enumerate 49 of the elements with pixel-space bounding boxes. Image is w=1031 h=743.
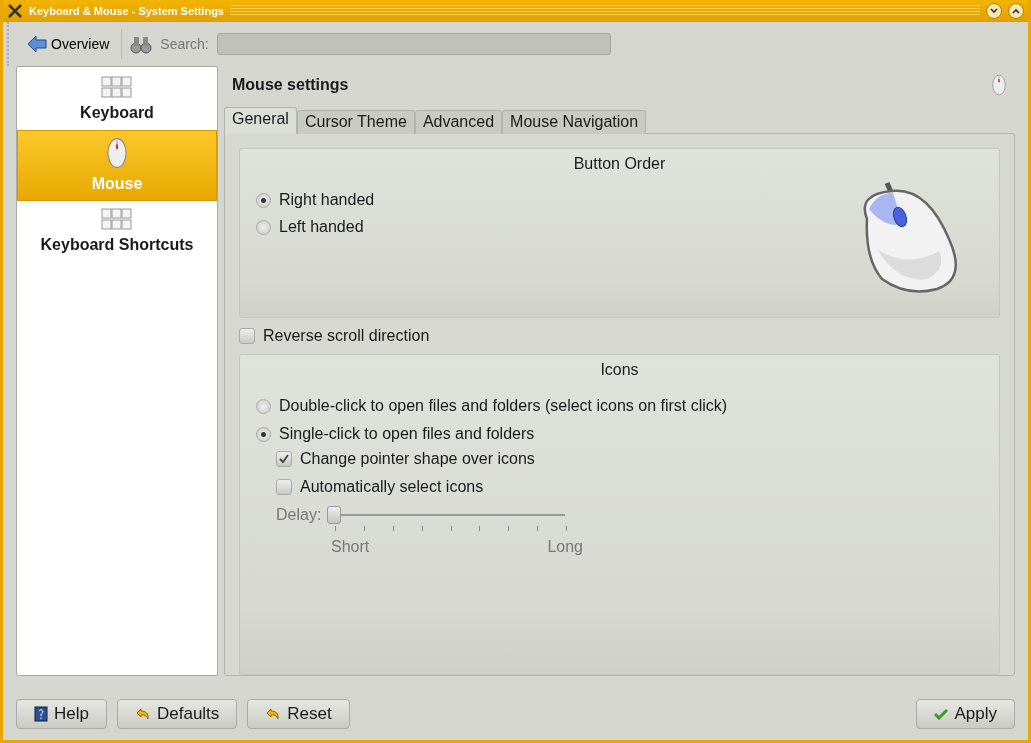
keyboard-icon [101,76,133,98]
tab[interactable]: Cursor Theme [296,110,415,134]
sidebar-item[interactable]: Keyboard Shortcuts [17,201,217,262]
maximize-button[interactable] [1008,3,1024,19]
window-title: Keyboard & Mouse - System Settings [29,5,224,17]
undo-arrow-icon [265,707,282,721]
checkbox[interactable] [276,479,292,495]
chevron-up-icon [1012,8,1020,14]
radio-button[interactable] [256,192,271,208]
tab[interactable]: General [224,107,297,134]
binoculars-icon [130,34,153,54]
dialog-button[interactable]: Help [16,699,107,729]
radio-label: Double-click to open files and folders (select icons on first click) [279,397,728,415]
delay-label: Delay: [276,506,322,524]
tab[interactable]: Mouse Navigation [502,110,647,134]
mouse-icon [106,137,128,169]
group-title: Icons [599,361,640,379]
checkbox-label: Reverse scroll direction [263,327,430,345]
tools-icon [7,3,23,19]
dialog-button[interactable]: Apply [916,699,1015,729]
radio-button[interactable] [256,219,271,235]
radio-button[interactable] [256,398,271,414]
checkbox[interactable] [239,328,255,344]
mouse-icon [991,74,1007,96]
sidebar-item[interactable]: Keyboard [17,69,217,130]
check-icon [934,708,949,720]
long-label: Long [547,538,583,556]
minimize-button[interactable] [986,3,1002,19]
tab[interactable]: Advanced [414,110,503,134]
undo-arrow-icon [134,707,151,721]
dialog-button[interactable]: Defaults [116,699,238,729]
radio-button[interactable] [256,426,271,442]
checkbox[interactable] [276,451,292,467]
help-book-icon [34,706,48,722]
page-title: Mouse settings [232,76,349,94]
back-arrow-icon [27,35,47,53]
chevron-down-icon [990,8,998,14]
checkbox-label: Change pointer shape over icons [300,450,535,468]
short-label: Short [331,538,370,556]
search-field[interactable] [216,33,611,55]
radio-label: Single-click to open files and folders [279,425,535,443]
dialog-button[interactable]: Reset [247,699,350,729]
radio-label: Right handed [279,191,375,209]
checkbox-label: Automatically select icons [300,478,484,496]
group-title: Button Order [572,155,667,173]
search-label: Search: [160,36,209,52]
keyboard-icon [101,208,133,230]
radio-label: Left handed [279,218,364,236]
overview-button[interactable]: Overview [23,31,114,57]
